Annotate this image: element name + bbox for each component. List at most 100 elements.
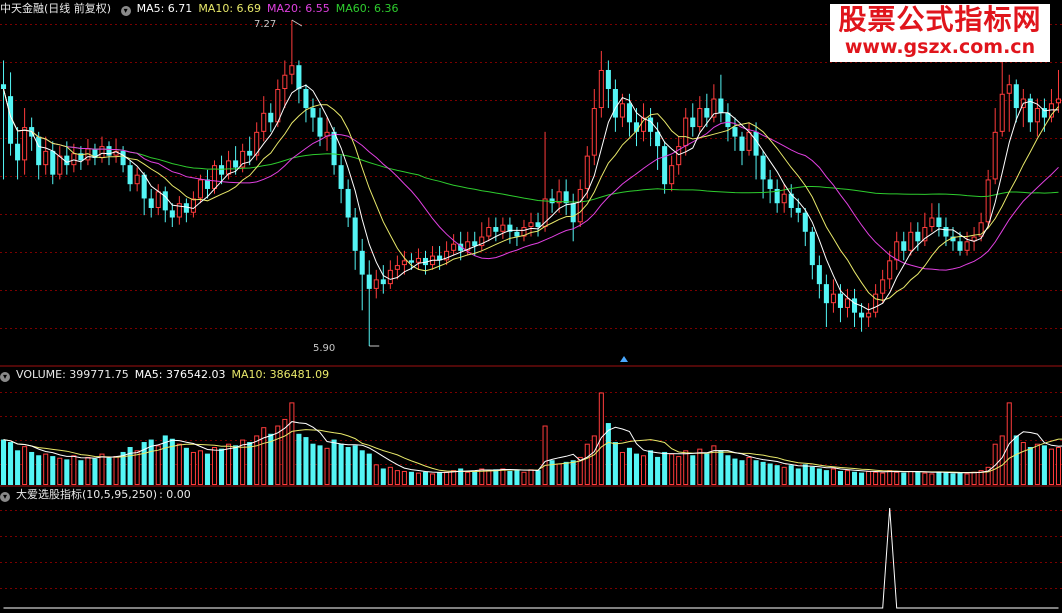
- dropdown-icon[interactable]: ▾: [0, 372, 10, 382]
- volume-bar: [915, 471, 921, 485]
- volume-bar: [528, 469, 534, 486]
- candle-body: [451, 243, 457, 251]
- volume-bar: [725, 455, 731, 485]
- ma10-line: [3, 88, 1059, 301]
- candle-body: [767, 179, 773, 189]
- volume-bar: [648, 450, 654, 485]
- candle-body: [985, 179, 991, 223]
- volume-bar: [570, 460, 576, 485]
- volume-bar: [451, 470, 457, 485]
- volume-bar: [697, 448, 703, 485]
- volume-bar: [964, 473, 970, 486]
- candle-body: [662, 146, 668, 185]
- volume-bar: [0, 439, 7, 485]
- volume-bar: [233, 445, 239, 485]
- volume-bar: [303, 437, 309, 485]
- candle-body: [901, 241, 907, 251]
- volume-bar: [795, 468, 801, 485]
- volume-bar: [373, 464, 379, 486]
- volume-bar: [718, 450, 724, 485]
- candle-body: [690, 117, 696, 128]
- candle-body: [134, 174, 140, 185]
- ma60-label: MA60: 6.36: [335, 2, 399, 15]
- candle-body: [591, 108, 597, 156]
- event-marker-icon: [620, 356, 628, 362]
- candle-body: [296, 65, 302, 90]
- volume-bar: [430, 473, 436, 486]
- price-panel-header: 中天金融(日线 前复权) ▾ MA5: 6.71 MA10: 6.69 MA20: 6…: [0, 1, 404, 17]
- volume-bar: [401, 470, 407, 485]
- volume-bar: [542, 425, 548, 485]
- volume-bar: [155, 445, 161, 486]
- volume-bar: [415, 472, 422, 486]
- volume-bar: [739, 460, 745, 485]
- volume-bar: [296, 433, 302, 485]
- volume-bar: [612, 442, 618, 485]
- volume-bar: [859, 472, 865, 485]
- volume-bar: [591, 435, 597, 485]
- volume-bar: [352, 445, 358, 485]
- volume-bar: [908, 470, 914, 485]
- volume-bar: [809, 466, 815, 485]
- candle-body: [190, 198, 196, 213]
- candle-body: [15, 143, 21, 161]
- volume-bar: [556, 463, 562, 485]
- candle-body: [197, 179, 203, 199]
- volume-bar: [226, 443, 232, 485]
- candle-body: [669, 165, 675, 185]
- candle-body: [830, 293, 836, 304]
- volume-bar: [837, 470, 843, 485]
- candle-body: [612, 89, 618, 118]
- candle-body: [1055, 98, 1062, 104]
- candle-body: [851, 298, 858, 313]
- volume-bar: [1034, 443, 1040, 485]
- candle-body: [844, 298, 851, 308]
- volume-bar: [422, 471, 429, 485]
- volume-bar: [190, 451, 196, 485]
- candle-body: [261, 112, 267, 132]
- ma20-label: MA20: 6.55: [267, 2, 330, 15]
- volume-bar: [387, 466, 393, 485]
- volume-bar: [619, 451, 625, 485]
- indicator-name: 大爱选股指标(10,5,95,250): [16, 488, 158, 501]
- dropdown-icon[interactable]: ▾: [0, 492, 10, 502]
- volume-bar: [15, 450, 21, 485]
- candle-body: [226, 160, 232, 175]
- volume-bar: [22, 446, 28, 486]
- dropdown-icon[interactable]: ▾: [120, 6, 131, 16]
- volume-bar: [99, 453, 105, 486]
- volume-bar: [704, 453, 710, 485]
- volume-bar: [219, 448, 225, 485]
- volume-bar: [486, 470, 492, 485]
- volume-bar: [690, 455, 696, 485]
- volume-bar: [830, 468, 836, 486]
- volume-bar: [106, 457, 112, 485]
- volume-bar: [78, 460, 84, 485]
- ma10-label: MA10: 6.69: [198, 2, 262, 15]
- candle-body: [366, 274, 372, 289]
- candle-body: [1013, 84, 1019, 109]
- candle-body: [964, 241, 970, 251]
- volume-ma10-label: MA10: 386481.09: [231, 368, 330, 381]
- ma5-line: [3, 84, 1059, 311]
- candle-body: [626, 103, 632, 123]
- volume-bar: [753, 460, 759, 485]
- candle-body: [943, 227, 949, 237]
- candle-body: [605, 69, 611, 90]
- volume-bar: [1013, 435, 1019, 485]
- volume-bar: [640, 455, 647, 485]
- volume-bar: [408, 471, 414, 485]
- volume-bar: [472, 470, 478, 485]
- volume-bar: [64, 459, 70, 485]
- candle-body: [866, 312, 872, 318]
- stock-chart: [0, 19, 1062, 609]
- volume-bar: [345, 447, 351, 485]
- candle-body: [739, 136, 745, 151]
- candle-body: [535, 222, 541, 228]
- volume-bar: [71, 455, 77, 485]
- volume-bar: [844, 470, 851, 485]
- volume-bar: [894, 471, 900, 486]
- volume-bar: [444, 471, 450, 486]
- candle-body: [837, 293, 843, 308]
- candle-body: [233, 160, 239, 168]
